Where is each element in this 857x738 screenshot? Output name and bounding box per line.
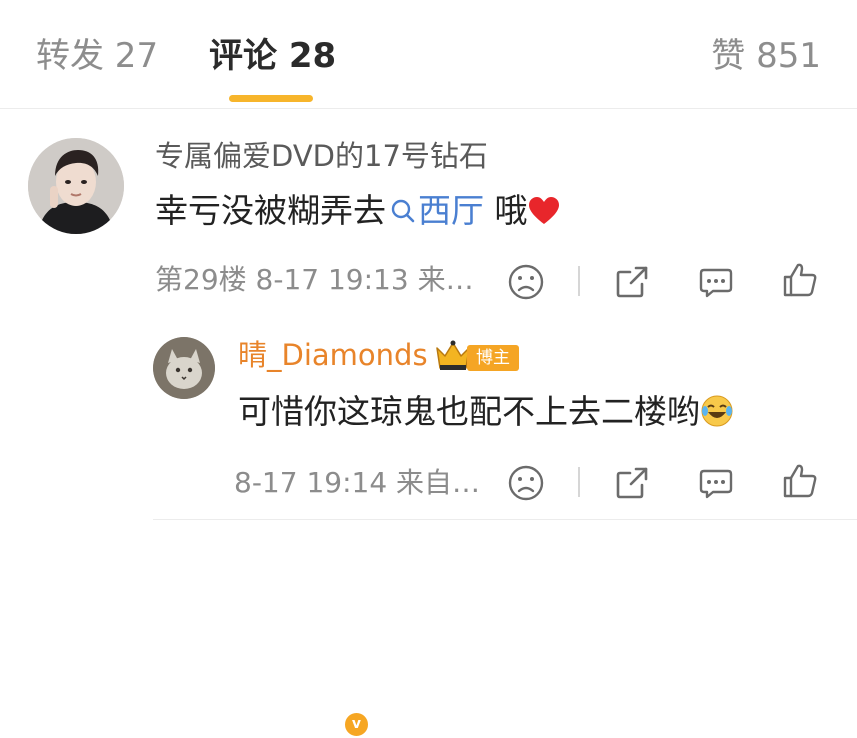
share-icon[interactable] [612, 463, 652, 503]
action-divider [578, 467, 580, 497]
tab-comment[interactable]: 评论 28 [209, 32, 336, 80]
comment-meta: 第29楼 8-17 19:13 来… [155, 263, 474, 296]
heart-emoji-icon [528, 197, 559, 224]
search-icon [391, 199, 415, 223]
comment-icon[interactable] [696, 262, 736, 302]
comment-tabs: 转发 27 评论 28 赞 851 [0, 0, 857, 109]
author-badge: 博主 [467, 345, 519, 371]
comment-username[interactable]: 晴_Diamonds [238, 336, 428, 374]
comment-username[interactable]: 专属偏爱DVD的17号钻石 [155, 137, 488, 175]
topic-link[interactable]: 西厅 [386, 191, 484, 230]
comment-icon[interactable] [696, 463, 736, 503]
tab-repost[interactable]: 转发 27 [36, 32, 158, 80]
comment-text-part: 幸亏没被糊弄去 [155, 191, 386, 230]
comment-text-part: 可惜你这琼鬼也配不上去二楼哟 [238, 392, 700, 431]
dislike-icon[interactable] [506, 463, 546, 503]
action-divider [578, 266, 580, 296]
avatar-cat-icon [153, 337, 215, 399]
avatar[interactable] [28, 138, 124, 234]
comment-text-part: 哦 [484, 191, 528, 230]
comment-text: 幸亏没被糊弄去 西厅 哦 [155, 189, 560, 233]
comment-text: 可惜你这琼鬼也配不上去二楼哟 [238, 390, 734, 434]
comment-meta: 8-17 19:14 来自… [234, 466, 481, 499]
verified-badge-icon: v [343, 711, 370, 738]
topic-link-text[interactable]: 西厅 [418, 191, 484, 230]
like-icon[interactable] [780, 461, 820, 501]
comment-divider [153, 519, 857, 520]
active-tab-indicator [229, 95, 313, 102]
avatar-portrait-icon [28, 138, 124, 234]
avatar[interactable]: v [153, 337, 370, 738]
dislike-icon[interactable] [506, 262, 546, 302]
tab-like[interactable]: 赞 851 [711, 32, 821, 80]
laugh-tears-emoji-icon [701, 395, 733, 427]
like-icon[interactable] [780, 260, 820, 300]
share-icon[interactable] [612, 262, 652, 302]
